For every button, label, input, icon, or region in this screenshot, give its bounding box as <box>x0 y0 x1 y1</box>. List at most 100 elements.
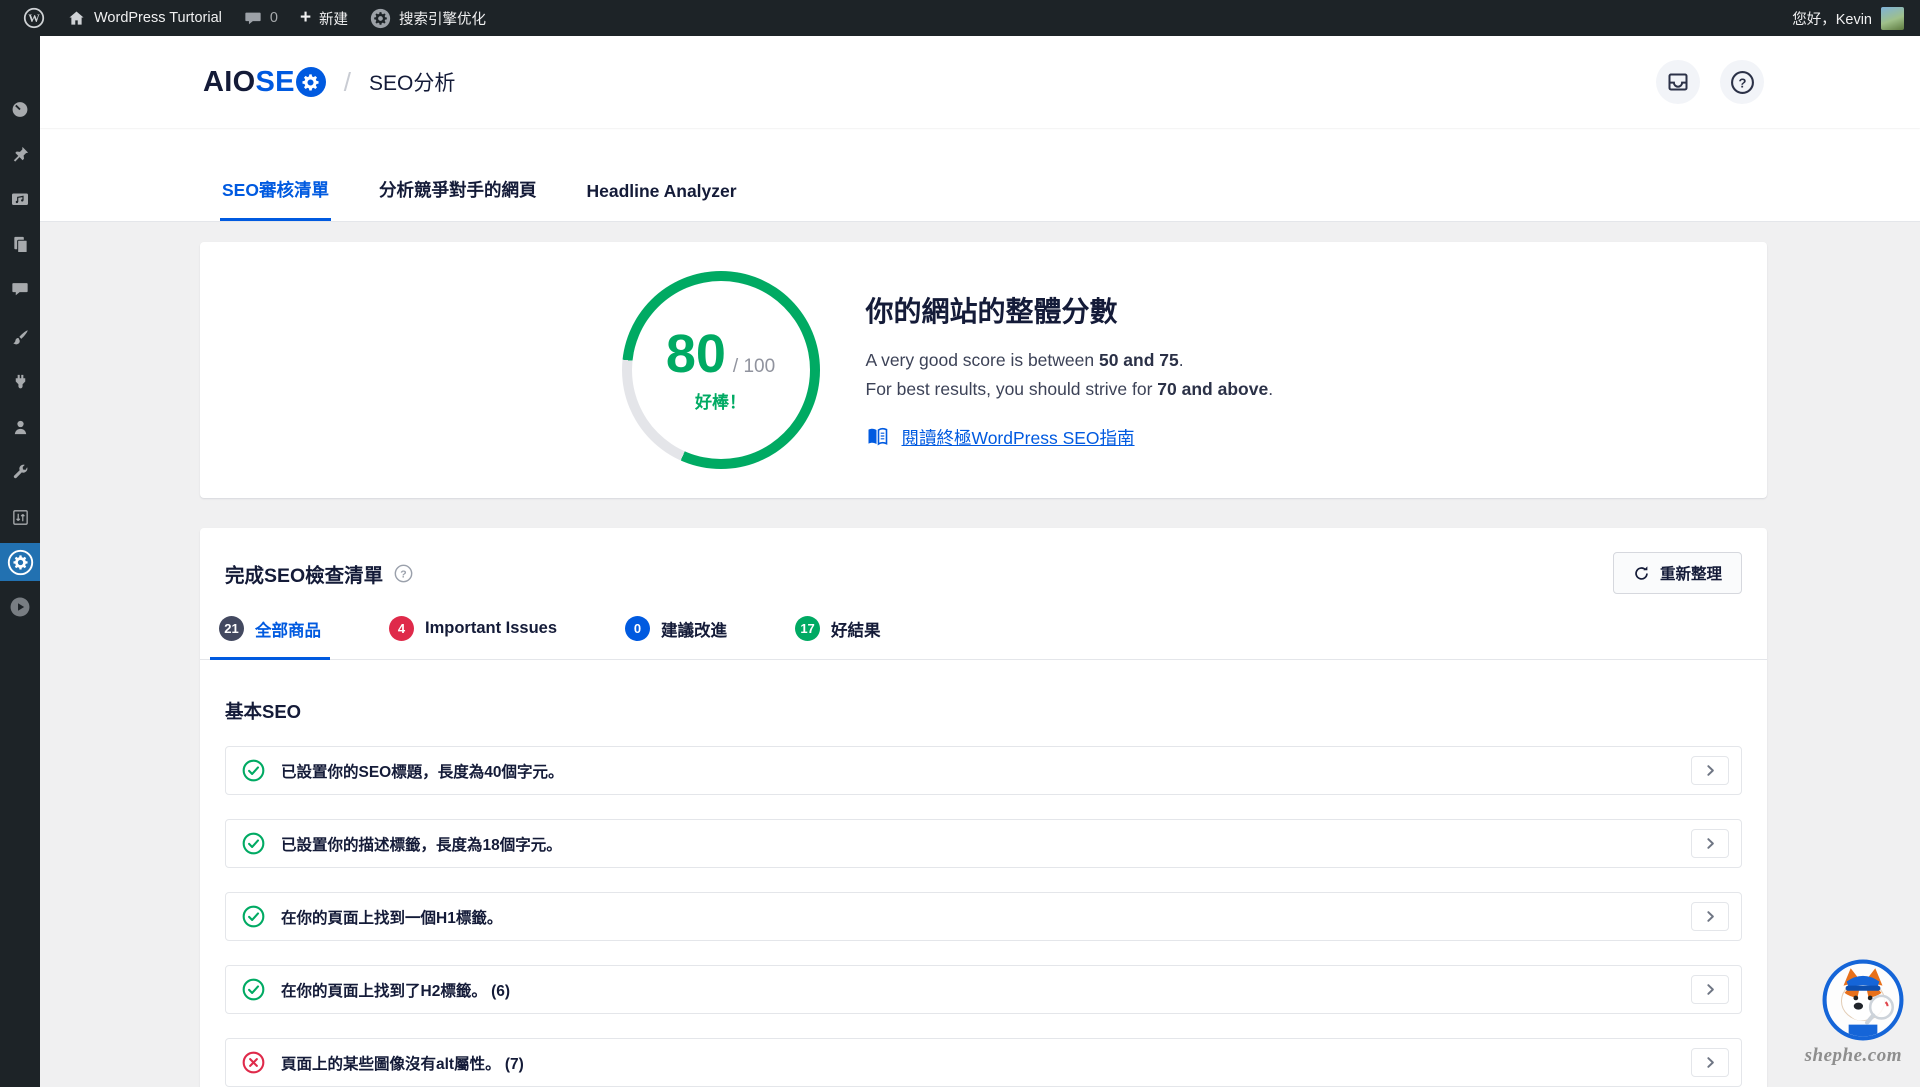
new-content-button[interactable]: + 新建 <box>289 0 359 36</box>
help-circle-icon[interactable]: ? <box>394 564 413 583</box>
check-fail-icon <box>242 1051 265 1074</box>
mascot-widget[interactable] <box>1822 959 1904 1041</box>
admin-bar: W WordPress Turtorial 0 + 新建 搜索引擎优化 您好，K… <box>0 0 1920 36</box>
sidebar-item-tools[interactable] <box>0 453 40 491</box>
sidebar-item-posts[interactable] <box>0 135 40 173</box>
sidebar-item-media[interactable] <box>0 180 40 218</box>
check-item-image-alt[interactable]: 頁面上的某些圖像沒有alt屬性。 (7) <box>225 1038 1742 1087</box>
sidebar-item-appearance[interactable] <box>0 318 40 356</box>
aioseo-gear-icon <box>7 549 34 576</box>
score-ring: 80 / 100 好棒！ <box>622 271 820 469</box>
check-pass-icon <box>242 978 265 1001</box>
refresh-icon <box>1633 565 1650 582</box>
check-item-h2-tags[interactable]: 在你的頁面上找到了H2標籤。 (6) <box>225 965 1742 1014</box>
expand-item-button[interactable] <box>1691 829 1729 858</box>
sidebar-item-users[interactable] <box>0 408 40 446</box>
dog-mascot-icon <box>1822 959 1904 1041</box>
check-item-description-tag[interactable]: 已設置你的描述標籤，長度為18個字元。 <box>225 819 1742 868</box>
plugins-icon <box>11 373 30 392</box>
tools-wrench-icon <box>11 463 30 482</box>
users-icon <box>11 418 30 437</box>
check-item-h1-tag[interactable]: 在你的頁面上找到一個H1標籤。 <box>225 892 1742 941</box>
checklist-title: 完成SEO檢查清單 <box>225 559 383 588</box>
seo-checklist-card: 完成SEO檢查清單 ? 重新整理 21 全部商品 4 Important Iss… <box>200 528 1767 1087</box>
tab-seo-audit-checklist[interactable]: SEO審核清單 <box>220 177 331 221</box>
plus-icon: + <box>300 8 311 27</box>
filter-count-badge: 4 <box>389 616 414 641</box>
sidebar-item-dashboard[interactable] <box>0 90 40 128</box>
expand-item-button[interactable] <box>1691 1048 1729 1077</box>
site-name: WordPress Turtorial <box>94 10 222 26</box>
sidebar-item-aioseo-active[interactable] <box>0 543 40 581</box>
expand-item-button[interactable] <box>1691 902 1729 931</box>
filter-recommended[interactable]: 0 建議改進 <box>616 616 736 660</box>
check-item-seo-title[interactable]: 已設置你的SEO標題，長度為40個字元。 <box>225 746 1742 795</box>
account-greeting[interactable]: 您好，Kevin <box>1792 8 1872 29</box>
filter-count-badge: 21 <box>219 616 244 641</box>
refresh-button[interactable]: 重新整理 <box>1613 552 1742 594</box>
sidebar-item-settings[interactable] <box>0 498 40 536</box>
inbox-icon <box>1666 70 1690 94</box>
analysis-tabs: SEO審核清單 分析競爭對手的網頁 Headline Analyzer <box>40 128 1920 222</box>
help-icon: ? <box>1730 70 1755 95</box>
expand-item-button[interactable] <box>1691 975 1729 1004</box>
seo-adminbar-menu[interactable]: 搜索引擎优化 <box>359 0 497 36</box>
sidebar-item-comments[interactable] <box>0 270 40 308</box>
check-pass-icon <box>242 832 265 855</box>
overall-score-card: 80 / 100 好棒！ 你的網站的整體分數 A very good score… <box>200 242 1767 498</box>
aioseo-logo-gear-icon <box>296 67 326 97</box>
pages-icon <box>11 235 30 254</box>
appearance-brush-icon <box>11 328 30 347</box>
seo-gear-icon <box>370 8 391 29</box>
score-grade: 好棒！ <box>695 388 746 413</box>
tab-headline-analyzer[interactable]: Headline Analyzer <box>584 181 738 221</box>
comments-count: 0 <box>270 10 278 26</box>
dashboard-icon <box>10 99 30 119</box>
chevron-right-icon <box>1704 910 1717 923</box>
admin-sidebar <box>0 36 40 1087</box>
seo-guide-link[interactable]: 閱讀終極WordPress SEO指南 <box>902 425 1135 450</box>
book-icon <box>866 427 889 447</box>
score-value: 80 <box>666 327 726 381</box>
expand-item-button[interactable] <box>1691 756 1729 785</box>
filter-count-badge: 0 <box>625 616 650 641</box>
settings-sliders-icon <box>11 508 30 527</box>
help-button[interactable]: ? <box>1720 60 1764 104</box>
media-icon <box>10 189 30 209</box>
chevron-right-icon <box>1704 1056 1717 1069</box>
aioseo-header: AIOSE / SEO分析 ? <box>40 36 1920 128</box>
score-heading: 你的網站的整體分數 <box>866 290 1346 330</box>
sidebar-item-pages[interactable] <box>0 225 40 263</box>
wordpress-logo-icon[interactable]: W <box>12 0 56 36</box>
site-name-link[interactable]: WordPress Turtorial <box>56 0 233 36</box>
page-title: SEO分析 <box>369 67 455 97</box>
check-pass-icon <box>242 759 265 782</box>
posts-pin-icon <box>11 145 30 164</box>
section-title-basic-seo: 基本SEO <box>225 698 1742 724</box>
home-icon <box>67 9 86 28</box>
filter-important-issues[interactable]: 4 Important Issues <box>380 616 566 660</box>
filter-count-badge: 17 <box>795 616 820 641</box>
check-pass-icon <box>242 905 265 928</box>
sidebar-item-video[interactable] <box>0 588 40 626</box>
svg-text:?: ? <box>1738 75 1746 90</box>
comments-shortcut[interactable]: 0 <box>233 0 289 36</box>
chevron-right-icon <box>1704 837 1717 850</box>
avatar[interactable] <box>1881 7 1904 30</box>
svg-text:W: W <box>28 13 40 25</box>
aioseo-logo[interactable]: AIOSE <box>203 66 326 99</box>
comments-icon <box>11 280 29 298</box>
comment-bubble-icon <box>244 9 262 27</box>
chevron-right-icon <box>1704 983 1717 996</box>
video-play-icon <box>9 596 31 618</box>
filter-all-items[interactable]: 21 全部商品 <box>210 616 330 660</box>
checklist-filters: 21 全部商品 4 Important Issues 0 建議改進 17 好結果 <box>200 612 1767 660</box>
watermark: shephe.com <box>1805 1045 1902 1067</box>
chevron-right-icon <box>1704 764 1717 777</box>
score-max: / 100 <box>733 356 775 378</box>
breadcrumb-separator: / <box>344 67 351 98</box>
tab-analyze-competitor[interactable]: 分析競爭對手的網頁 <box>377 177 539 221</box>
filter-good-results[interactable]: 17 好結果 <box>786 616 890 660</box>
notifications-inbox-button[interactable] <box>1656 60 1700 104</box>
sidebar-item-plugins[interactable] <box>0 363 40 401</box>
